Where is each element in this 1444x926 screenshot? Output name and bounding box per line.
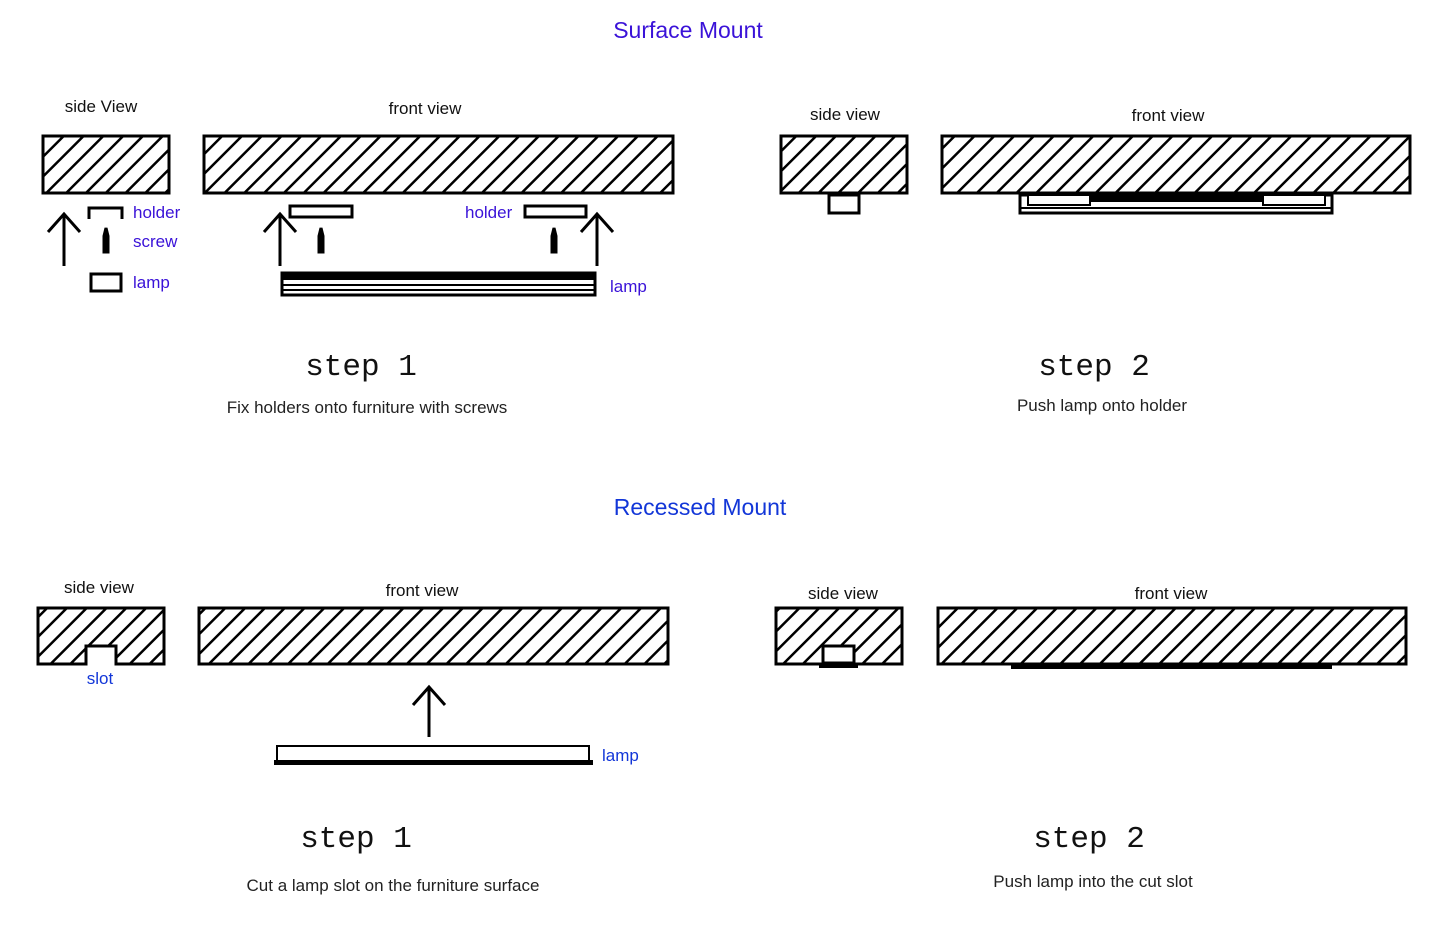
arrow-up-icon	[262, 211, 298, 266]
slot-label: slot	[87, 669, 114, 688]
side-view-label: side view	[810, 105, 881, 124]
screw-label: screw	[133, 232, 178, 251]
recessed-step2: side view front view step 2 Push lamp in…	[774, 584, 1408, 891]
lamp-in-slot-front	[1011, 664, 1332, 669]
arrow-up-icon	[46, 211, 82, 266]
arrow-up-icon	[579, 211, 615, 266]
furniture-front	[936, 606, 1408, 666]
recessed-mount-title: Recessed Mount	[614, 494, 787, 520]
mounting-diagram: Surface Mount side View front view holde…	[36, 17, 1412, 895]
surface-mount-title: Surface Mount	[613, 17, 763, 43]
lamp-label: lamp	[610, 277, 647, 296]
lamp-side	[89, 272, 123, 293]
lamp-front	[280, 271, 597, 297]
side-view-label: side view	[808, 584, 879, 603]
lamp-front	[274, 745, 593, 765]
furniture-side	[41, 134, 171, 195]
step-label: step 1	[300, 822, 412, 857]
surface-step1: side View front view holder screw lamp h…	[41, 97, 675, 417]
lamp-side	[827, 193, 861, 215]
front-view-label: front view	[1135, 584, 1208, 603]
furniture-side	[779, 134, 909, 195]
holder-front	[288, 204, 354, 219]
lamp-label: lamp	[602, 746, 639, 765]
front-view-label: front view	[1132, 106, 1205, 125]
holder-label: holder	[133, 203, 181, 222]
lamp-in-slot-side	[819, 644, 858, 668]
recessed-step1: side view front view slot lamp step 1 Cu…	[36, 578, 670, 895]
screw-icon	[550, 227, 558, 254]
step-label: step 2	[1033, 822, 1145, 857]
surface-step2: side view front view step 2 Push lamp on…	[779, 105, 1412, 415]
front-view-label: front view	[386, 581, 459, 600]
step-caption: Push lamp into the cut slot	[993, 872, 1193, 891]
front-view-label: front view	[389, 99, 462, 118]
holder-side	[87, 206, 124, 219]
furniture-front	[197, 606, 670, 666]
furniture-side-with-slot	[36, 606, 166, 666]
holder-front	[523, 204, 588, 219]
step-caption: Cut a lamp slot on the furniture surface	[247, 876, 540, 895]
screw-icon	[102, 227, 110, 254]
arrow-up-icon	[411, 684, 447, 737]
step-label: step 1	[305, 350, 417, 385]
furniture-front	[202, 134, 675, 195]
lamp-label: lamp	[133, 273, 170, 292]
step-caption: Fix holders onto furniture with screws	[227, 398, 508, 417]
side-view-label: side View	[65, 97, 138, 116]
step-label: step 2	[1038, 350, 1150, 385]
holder-label: holder	[465, 203, 513, 222]
step-caption: Push lamp onto holder	[1017, 396, 1187, 415]
furniture-front	[940, 134, 1412, 195]
lamp-on-holder-front	[1018, 193, 1334, 215]
side-view-label: side view	[64, 578, 135, 597]
screw-icon	[317, 227, 325, 254]
